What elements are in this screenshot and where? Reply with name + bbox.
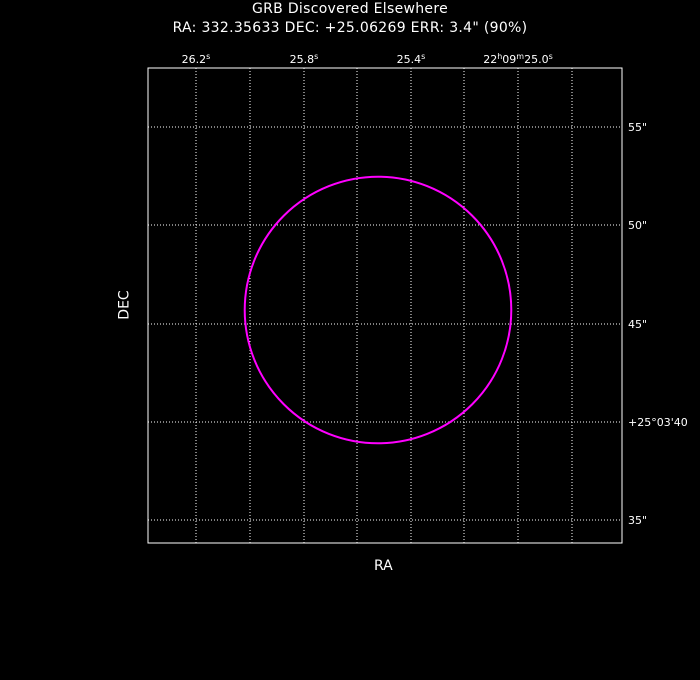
y-tick-label: +25°03'40 [628, 416, 688, 429]
y-tick-label: 45" [628, 318, 647, 331]
x-tick-label: 25.4s [397, 52, 426, 66]
plot-frame [147, 67, 623, 544]
x-tick-label: 26.2s [182, 52, 211, 66]
sky-chart: 26.2s 25.8s 25.4s 22h09m25.0s 55" 50" 45" +25°0… [147, 52, 688, 544]
error-circle [243, 175, 513, 445]
y-tick-label: 55" [628, 121, 647, 134]
x-tick-label: 22h09m25.0s [483, 52, 553, 66]
y-tick-label: 35" [628, 514, 647, 527]
y-axis-label: DEC [116, 290, 133, 320]
x-tick-label: 25.8s [290, 52, 319, 66]
y-tick-label: 50" [628, 219, 647, 232]
x-axis-label: RA [374, 558, 393, 574]
